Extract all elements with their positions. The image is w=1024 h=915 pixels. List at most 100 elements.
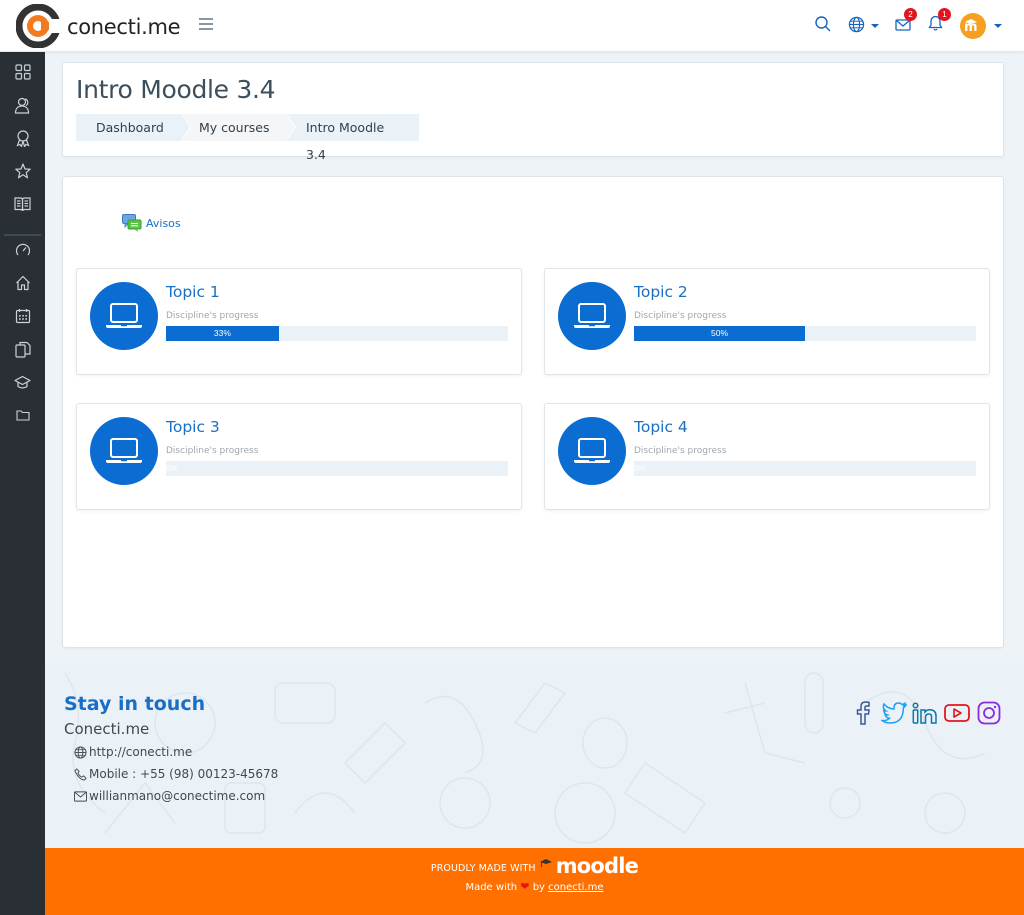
linkedin-icon xyxy=(912,702,937,724)
topic-title-link[interactable]: Topic 4 xyxy=(634,418,688,436)
topic-title-link[interactable]: Topic 3 xyxy=(166,418,220,436)
sidebar-item-private-files[interactable] xyxy=(0,334,45,364)
hamburger-icon[interactable] xyxy=(199,18,213,30)
sidebar-item-participants[interactable] xyxy=(0,90,45,120)
chevron-down-icon xyxy=(871,24,879,28)
linkedin-link[interactable] xyxy=(912,699,940,727)
phone-text: Mobile : +55 (98) 00123-45678 xyxy=(89,767,279,781)
messages-button[interactable]: 2 xyxy=(895,8,917,38)
made-with-prefix: Made with xyxy=(465,882,518,893)
topic-card: Topic 4 Discipline's progress 0% xyxy=(544,403,990,510)
topic-card: Topic 2 Discipline's progress 50% xyxy=(544,268,990,375)
graduation-cap-icon xyxy=(14,375,31,389)
topic-icon-circle xyxy=(558,282,626,350)
website-text: http://conecti.me xyxy=(89,745,193,759)
progress-bar: 0% xyxy=(634,461,976,476)
chevron-down-icon xyxy=(994,24,1002,28)
language-menu[interactable] xyxy=(848,12,879,38)
topic-card: Topic 3 Discipline's progress 0% xyxy=(76,403,522,510)
youtube-icon xyxy=(944,704,970,722)
sidebar-item-calendar[interactable] xyxy=(0,301,45,331)
breadcrumb-item-current-course[interactable]: Intro Moodle 3.4 xyxy=(286,114,419,162)
sidebar-item-dashboard-main[interactable] xyxy=(0,235,45,265)
footer-email[interactable]: willianmano@conectime.com xyxy=(74,789,265,803)
breadcrumb-item-my-courses[interactable]: My courses xyxy=(181,114,296,141)
sidebar-item-my-courses[interactable] xyxy=(0,367,45,397)
footer: Stay in touch Conecti.me http://conecti.… xyxy=(45,663,1024,848)
progress-caption: Discipline's progress xyxy=(634,446,727,456)
messages-badge: 2 xyxy=(904,8,917,21)
course-content: Avisos Topic 1 Discipline's progress 33%… xyxy=(62,176,1004,648)
sidebar-item-badges[interactable] xyxy=(0,123,45,153)
top-navbar: conecti.me 2 1 m xyxy=(0,0,1024,52)
sidebar-item-grades[interactable] xyxy=(0,189,45,219)
instagram-link[interactable] xyxy=(975,699,1003,727)
grid-icon xyxy=(14,64,31,80)
sidebar xyxy=(0,52,45,915)
notifications-button[interactable]: 1 xyxy=(928,8,951,38)
breadcrumb-label: Dashboard xyxy=(96,120,164,135)
topic-icon-circle xyxy=(90,417,158,485)
moodle-credit: PROUDLY MADE WITH moodle xyxy=(45,854,1024,880)
sidebar-item-course-folder[interactable] xyxy=(0,400,45,430)
globe-icon xyxy=(74,745,87,759)
progress-caption: Discipline's progress xyxy=(166,311,259,321)
folder-icon xyxy=(15,410,30,421)
sidebar-item-site-home[interactable] xyxy=(0,268,45,298)
award-icon xyxy=(15,129,30,147)
progress-label: 0% xyxy=(634,463,647,473)
forum-label: Avisos xyxy=(146,216,181,230)
progress-bar: 33% xyxy=(166,326,508,341)
calendar-icon xyxy=(15,309,30,324)
instagram-icon xyxy=(977,701,1001,725)
footer-website[interactable]: http://conecti.me xyxy=(74,745,192,759)
facebook-link[interactable] xyxy=(849,699,877,727)
footer-company: Conecti.me xyxy=(64,720,150,738)
progress-caption: Discipline's progress xyxy=(634,311,727,321)
laptop-icon xyxy=(106,303,142,328)
home-icon xyxy=(15,275,30,291)
topic-title-link[interactable]: Topic 2 xyxy=(634,283,688,301)
globe-icon xyxy=(848,16,865,33)
topic-card: Topic 1 Discipline's progress 33% xyxy=(76,268,522,375)
footer-bottom-bar: PROUDLY MADE WITH moodle Made with ❤ by … xyxy=(45,848,1024,915)
twitter-icon xyxy=(881,702,907,724)
sidebar-item-competencies[interactable] xyxy=(0,156,45,186)
search-button[interactable] xyxy=(814,12,832,38)
breadcrumb-label: Intro Moodle 3.4 xyxy=(306,120,385,162)
star-icon xyxy=(14,163,31,179)
brand-logo-icon xyxy=(15,3,61,49)
laptop-icon xyxy=(106,438,142,463)
topic-title-link[interactable]: Topic 1 xyxy=(166,283,220,301)
youtube-link[interactable] xyxy=(943,699,971,727)
topic-icon-circle xyxy=(90,282,158,350)
footer-heading: Stay in touch xyxy=(64,693,206,715)
gauge-icon xyxy=(15,243,30,256)
page-title: Intro Moodle 3.4 xyxy=(76,75,276,104)
forum-link-avisos[interactable]: Avisos xyxy=(122,214,181,232)
topic-icon-circle xyxy=(558,417,626,485)
notifications-badge: 1 xyxy=(938,8,951,21)
breadcrumb-item-dashboard[interactable]: Dashboard xyxy=(76,114,191,141)
progress-bar: 0% xyxy=(166,461,508,476)
laptop-icon xyxy=(574,438,610,463)
email-text: willianmano@conectime.com xyxy=(89,789,266,803)
progress-bar: 50% xyxy=(634,326,976,341)
footer-phone: Mobile : +55 (98) 00123-45678 xyxy=(74,767,278,781)
phone-icon xyxy=(74,767,87,781)
breadcrumb: Dashboard My courses Intro Moodle 3.4 xyxy=(76,114,419,162)
moodle-cap-icon xyxy=(539,858,552,867)
forum-icon xyxy=(122,214,142,232)
brand-link[interactable]: conecti.me xyxy=(15,3,181,49)
progress-label: 50% xyxy=(710,328,728,338)
brand-name: conecti.me xyxy=(67,15,181,39)
envelope-icon xyxy=(74,790,87,802)
user-menu[interactable]: m xyxy=(960,13,1002,39)
avatar: m xyxy=(960,13,986,39)
breadcrumb-arrow xyxy=(286,114,295,140)
moodle-logo: moodle xyxy=(555,854,639,878)
conectime-link[interactable]: conecti.me xyxy=(548,882,603,893)
users-icon xyxy=(14,97,30,114)
sidebar-item-dashboard[interactable] xyxy=(0,57,45,87)
twitter-link[interactable] xyxy=(880,699,908,727)
